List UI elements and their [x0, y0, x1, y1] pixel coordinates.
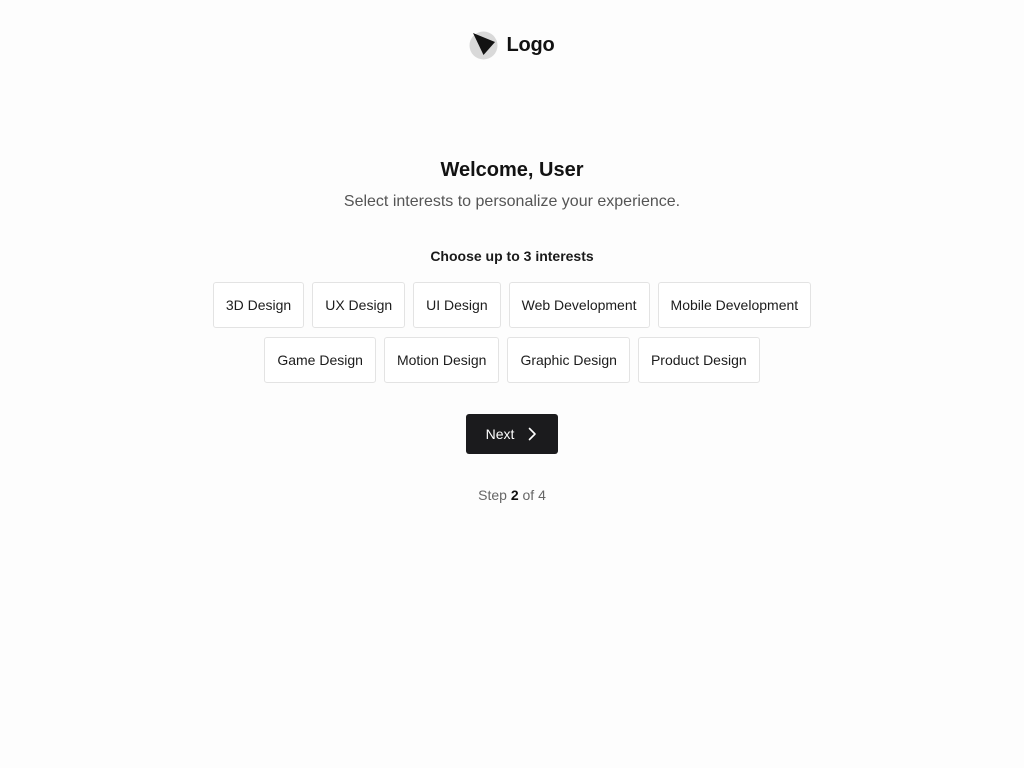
interest-chip-product-design[interactable]: Product Design — [637, 337, 760, 383]
page-subtitle: Select interests to personalize your exp… — [343, 193, 681, 210]
next-button[interactable]: Next — [466, 414, 558, 454]
interest-chip-motion-design[interactable]: Motion Design — [383, 337, 500, 383]
chevron-right-icon — [529, 427, 537, 441]
interest-chip-game-design[interactable]: Game Design — [264, 337, 376, 383]
interest-chip-3d-design[interactable]: 3D Design — [212, 282, 305, 328]
interest-chip-ui-design[interactable]: UI Design — [413, 282, 501, 328]
step-prefix: Step — [478, 487, 507, 503]
logo-mark-icon — [469, 31, 498, 60]
next-button-label: Next — [485, 426, 515, 442]
onboarding-page: Logo Welcome, User Select interests to p… — [0, 0, 1024, 768]
interests-instruction: Choose up to 3 interests — [430, 248, 594, 264]
interest-chip-ux-design[interactable]: UX Design — [312, 282, 406, 328]
interest-chip-graphic-design[interactable]: Graphic Design — [507, 337, 630, 383]
interest-chip-list: 3D Design UX Design UI Design Web Develo… — [208, 282, 816, 383]
page-title: Welcome, User — [440, 159, 584, 181]
logo: Logo — [0, 31, 1024, 60]
interest-chip-web-development[interactable]: Web Development — [508, 282, 650, 328]
step-separator: of — [522, 487, 535, 503]
interest-chip-mobile-development[interactable]: Mobile Development — [657, 282, 812, 328]
logo-text: Logo — [506, 34, 555, 56]
step-total: 4 — [538, 487, 546, 503]
step-indicator: Step 2 of 4 — [0, 487, 1024, 503]
step-current: 2 — [510, 487, 519, 503]
